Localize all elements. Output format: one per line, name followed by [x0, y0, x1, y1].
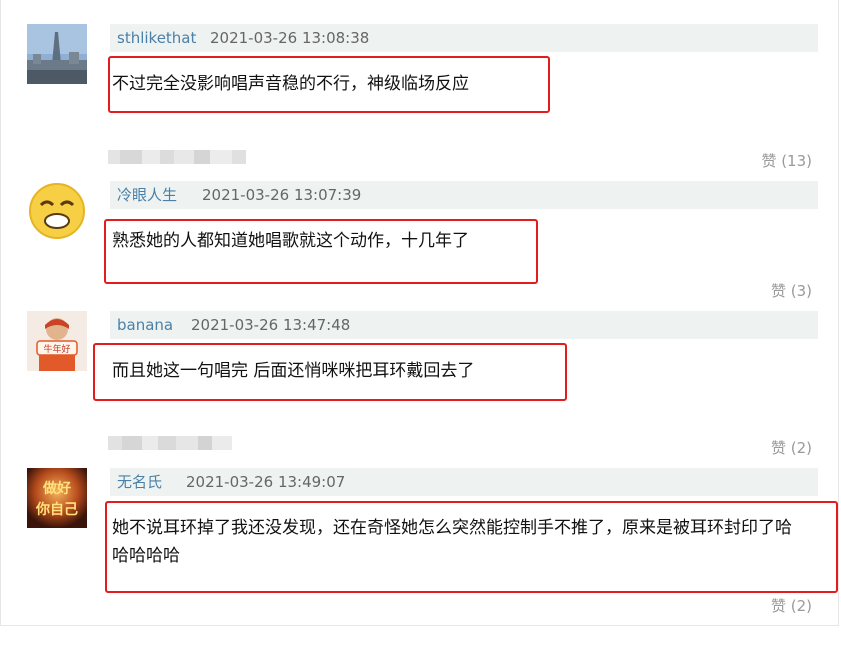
timestamp: 2021-03-26 13:07:39	[202, 186, 362, 204]
blurred-reply-preview	[108, 436, 232, 450]
timestamp: 2021-03-26 13:47:48	[191, 316, 351, 334]
like-button[interactable]: 赞 (2)	[771, 437, 812, 458]
username[interactable]: 无名氏	[117, 468, 162, 496]
username[interactable]: sthlikethat	[117, 24, 196, 52]
highlight-box	[105, 501, 838, 593]
avatar-badge-text: 做好	[42, 480, 71, 497]
comment-meta: sthlikethat 2021-03-26 13:08:38	[110, 24, 818, 52]
avatar-wumingshi[interactable]: 做好 你自己	[27, 468, 87, 528]
username[interactable]: 冷眼人生	[117, 181, 177, 209]
comment-meta: 无名氏 2021-03-26 13:49:07	[110, 468, 818, 496]
avatar-badge-text: 牛年好	[43, 343, 70, 355]
blurred-reply-preview	[108, 150, 246, 164]
avatar-sthlikethat[interactable]	[27, 24, 87, 84]
avatar-lengyanrensheng[interactable]	[27, 181, 87, 241]
username[interactable]: banana	[117, 311, 173, 339]
highlight-box	[93, 343, 567, 401]
comment-meta: banana 2021-03-26 13:47:48	[110, 311, 818, 339]
avatar-banana[interactable]: 牛年好	[27, 311, 87, 371]
avatar-badge-text: 你自己	[35, 501, 78, 518]
like-button[interactable]: 赞 (3)	[771, 280, 812, 301]
highlight-box	[104, 219, 538, 284]
like-button[interactable]: 赞 (2)	[771, 595, 812, 616]
comment-meta: 冷眼人生 2021-03-26 13:07:39	[110, 181, 818, 209]
like-button[interactable]: 赞 (13)	[761, 150, 812, 171]
highlight-box	[108, 56, 550, 113]
timestamp: 2021-03-26 13:08:38	[210, 29, 370, 47]
timestamp: 2021-03-26 13:49:07	[186, 473, 346, 491]
